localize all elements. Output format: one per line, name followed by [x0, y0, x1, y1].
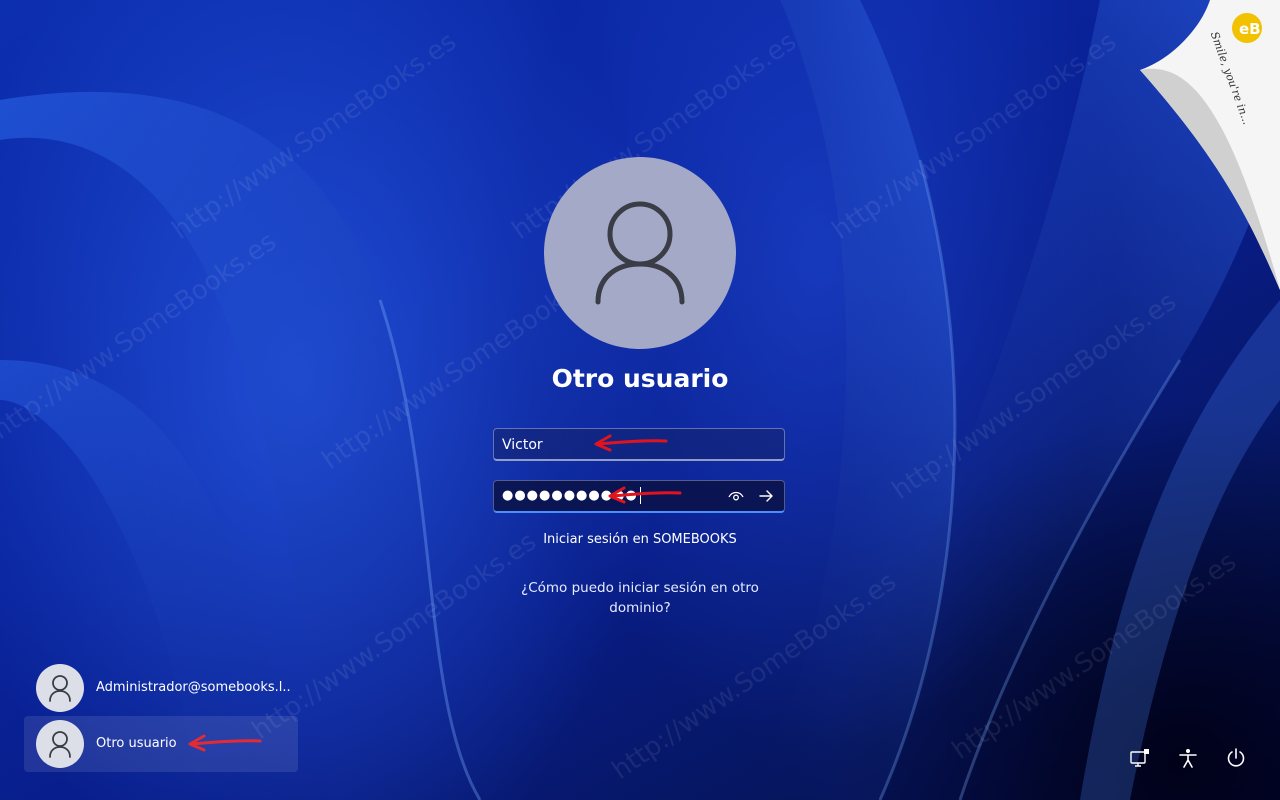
- annotation-arrow: [608, 486, 682, 504]
- avatar: [36, 664, 84, 712]
- arrow-right-icon[interactable]: [758, 489, 774, 503]
- other-domain-help-link[interactable]: ¿Cómo puedo iniciar sesión en otro domin…: [490, 578, 790, 618]
- user-list-item-administrador[interactable]: Administrador@somebooks.l...: [24, 660, 298, 716]
- brand-corner-logo: eB: [1140, 0, 1280, 290]
- accessibility-icon[interactable]: [1177, 747, 1199, 769]
- annotation-arrow: [594, 434, 668, 452]
- avatar: [36, 720, 84, 768]
- user-avatar-large: [544, 157, 736, 349]
- power-icon[interactable]: [1225, 747, 1247, 769]
- watermark-text: http://www.SomeBooks.es: [947, 547, 1242, 766]
- user-name: Administrador@somebooks.l...: [96, 680, 292, 695]
- page-title: Otro usuario: [551, 364, 729, 393]
- watermark-text: http://www.SomeBooks.es: [167, 27, 462, 246]
- domain-label: Iniciar sesión en SOMEBOOKS: [543, 532, 737, 547]
- eye-icon[interactable]: [728, 489, 744, 503]
- username-value: Victor: [502, 437, 543, 453]
- watermark-text: http://www.SomeBooks.es: [887, 287, 1182, 506]
- user-list-item-otro-usuario[interactable]: Otro usuario: [24, 716, 298, 772]
- user-name: Otro usuario: [96, 736, 177, 751]
- svg-text:eB: eB: [1239, 20, 1261, 38]
- watermark-text: http://www.SomeBooks.es: [827, 27, 1122, 246]
- user-icon: [49, 675, 71, 702]
- watermark-text: http://www.SomeBooks.es: [0, 227, 282, 446]
- user-icon: [49, 731, 71, 758]
- user-icon: [595, 201, 685, 305]
- network-icon[interactable]: [1129, 747, 1151, 769]
